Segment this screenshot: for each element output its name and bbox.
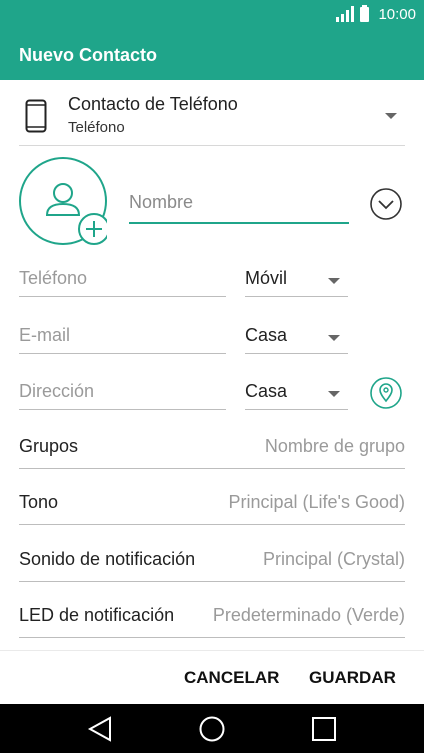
groups-value: Nombre de grupo — [264, 436, 405, 456]
chevron-down-icon — [328, 278, 340, 284]
email-input[interactable]: E-mail — [19, 321, 226, 354]
navigation-bar — [0, 704, 424, 753]
phone-type-select[interactable]: Móvil — [245, 264, 348, 297]
location-pin-button[interactable] — [370, 377, 402, 409]
address-placeholder: Dirección — [19, 381, 95, 401]
cancel-button[interactable]: CANCELAR — [184, 668, 279, 688]
notification-led-value: Predeterminado (Verde) — [212, 605, 405, 625]
phone-icon — [25, 99, 47, 133]
account-subtitle: Teléfono — [68, 119, 125, 136]
email-type-value: Casa — [245, 325, 288, 345]
address-input[interactable]: Dirección — [19, 377, 226, 410]
email-row: E-mail Casa — [19, 321, 349, 354]
groups-label: Grupos — [19, 436, 79, 456]
battery-icon — [360, 5, 369, 22]
chevron-down-icon — [328, 391, 340, 397]
action-bar: CANCELAR GUARDAR — [0, 650, 424, 705]
ringtone-value: Principal (Life's Good) — [228, 492, 405, 512]
status-bar: 10:00 — [0, 0, 424, 30]
notification-sound-value: Principal (Crystal) — [262, 549, 405, 569]
notification-led-setting[interactable]: LED de notificación Predeterminado (Verd… — [19, 597, 405, 638]
phone-row: Teléfono Móvil — [19, 264, 349, 297]
phone-type-value: Móvil — [245, 268, 288, 288]
address-row: Dirección Casa — [19, 377, 349, 410]
email-placeholder: E-mail — [19, 325, 71, 345]
save-button[interactable]: GUARDAR — [309, 668, 396, 688]
groups-setting[interactable]: Grupos Nombre de grupo — [19, 428, 405, 469]
signal-icon — [336, 6, 354, 22]
add-photo-button[interactable] — [19, 157, 107, 245]
address-type-select[interactable]: Casa — [245, 377, 348, 410]
address-type-value: Casa — [245, 381, 288, 401]
notification-sound-setting[interactable]: Sonido de notificación Principal (Crysta… — [19, 541, 405, 582]
recent-apps-icon[interactable] — [310, 715, 338, 743]
phone-input[interactable]: Teléfono — [19, 264, 226, 297]
page-title: Nuevo Contacto — [19, 45, 158, 65]
status-time: 10:00 — [378, 6, 416, 23]
notification-sound-label: Sonido de notificación — [19, 549, 196, 569]
app-bar: Nuevo Contacto — [0, 30, 424, 80]
account-title: Contacto de Teléfono — [68, 94, 238, 114]
dropdown-arrow-icon — [385, 113, 397, 119]
email-type-select[interactable]: Casa — [245, 321, 348, 354]
phone-placeholder: Teléfono — [19, 268, 88, 288]
ringtone-label: Tono — [19, 492, 59, 512]
chevron-down-icon — [328, 335, 340, 341]
back-icon[interactable] — [86, 715, 114, 743]
name-field[interactable] — [129, 190, 349, 224]
account-selector[interactable]: Contacto de Teléfono Teléfono — [19, 90, 405, 146]
name-input[interactable] — [129, 190, 339, 215]
ringtone-setting[interactable]: Tono Principal (Life's Good) — [19, 484, 405, 525]
notification-led-label: LED de notificación — [19, 605, 175, 625]
home-icon[interactable] — [198, 715, 226, 743]
expand-name-button[interactable] — [370, 188, 402, 220]
